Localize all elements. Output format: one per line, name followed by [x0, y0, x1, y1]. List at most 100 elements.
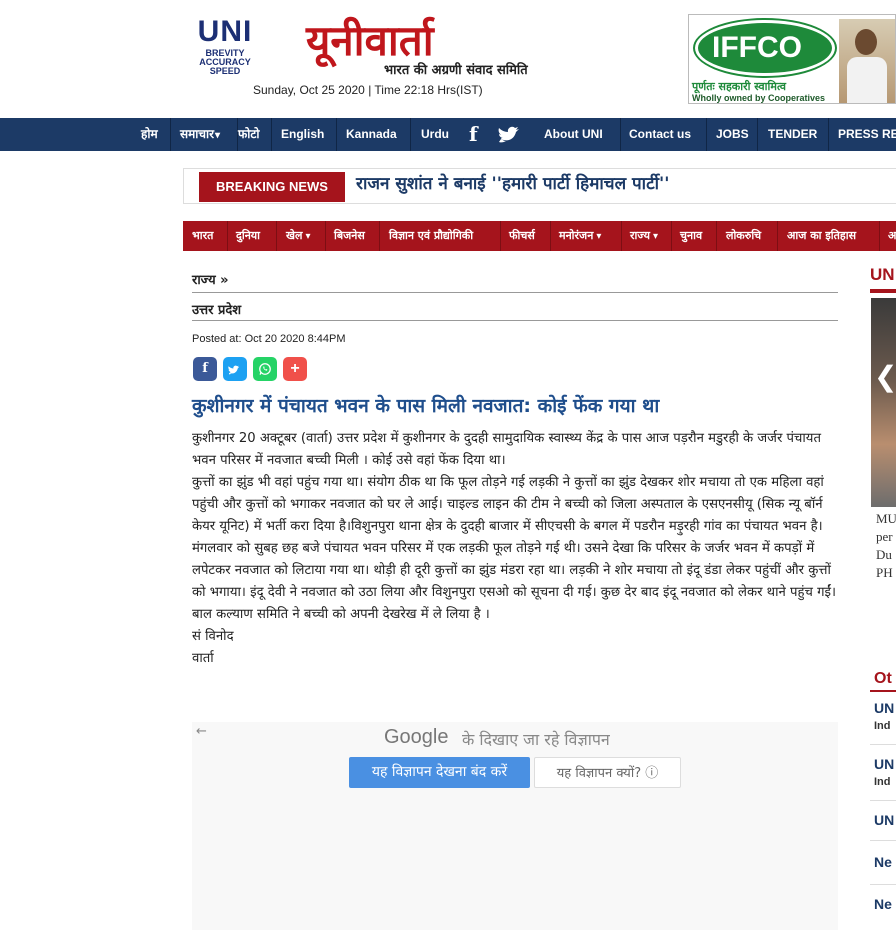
nav-news[interactable]: समाचार [180, 118, 220, 151]
back-arrow-icon[interactable]: ← [196, 724, 207, 739]
nav-photo[interactable]: फोटो [238, 118, 260, 151]
nav-divider [410, 118, 411, 151]
iffco-logo: IFFCO [695, 20, 835, 76]
sidebar-other-bar [870, 690, 896, 692]
brand-logo[interactable]: यूनीवार्ता भारत की अग्रणी संवाद समिति [270, 15, 650, 79]
nav-divider [757, 118, 758, 151]
divider [192, 292, 838, 293]
ads-by-google-text: के दिखाए जा रहे विज्ञापन [462, 730, 610, 749]
article-paragraph: कुशीनगर 20 अक्टूबर (वार्ता) उत्तर प्रदेश… [192, 431, 821, 468]
cat-divider [879, 221, 880, 251]
facebook-icon[interactable]: f [469, 118, 478, 151]
sidebar-link[interactable]: UN Ind [874, 756, 896, 788]
divider [192, 320, 838, 321]
sidebar-link[interactable]: UN [874, 812, 896, 828]
sidebar-divider [870, 800, 896, 801]
ad-tagline-hindi: पूर्णतः सहकारी स्वामित्व [692, 80, 786, 93]
nav-divider [620, 118, 621, 151]
sidebar-divider [870, 884, 896, 885]
cat-divider [777, 221, 778, 251]
cat-world[interactable]: दुनिया [236, 221, 260, 251]
article-paragraph: कुत्तों का झुंड भी वहां पहुंच गया था। सं… [192, 475, 836, 600]
iffco-logo-text: IFFCO [712, 31, 802, 64]
nav-divider [170, 118, 171, 151]
breaking-news-headline[interactable]: राजन सुशांत ने बनाई ''हमारी पार्टी हिमाच… [356, 172, 669, 196]
article-paragraph: बाल कल्याण समिति ने बच्ची को अपनी देखरेख… [192, 607, 490, 622]
breadcrumb-uttar-pradesh[interactable]: उत्तर प्रदेश [192, 300, 241, 318]
google-ad-feedback: ← Google के दिखाए जा रहे विज्ञापन यह विज… [192, 722, 838, 930]
uni-tagline-3: SPEED [209, 66, 241, 76]
date-time: Sunday, Oct 25 2020 | Time 22:18 Hrs(IST… [253, 83, 483, 97]
breaking-news-label: BREAKING NEWS [199, 172, 345, 202]
cat-divider [379, 221, 380, 251]
iffco-ad-banner[interactable]: IFFCO पूर्णतः सहकारी स्वामित्व Wholly ow… [688, 14, 896, 104]
breadcrumb-states[interactable]: राज्य » [192, 270, 229, 288]
cat-india[interactable]: भारत [192, 221, 213, 251]
share-facebook-icon[interactable]: f [193, 357, 217, 381]
article-source: वार्ता [192, 651, 214, 666]
category-nav: भारत दुनिया खेल बिजनेस विज्ञान एवं प्रौद… [183, 221, 896, 251]
nav-divider [706, 118, 707, 151]
top-nav: होम समाचार फोटो English Kannada Urdu f A… [0, 118, 896, 151]
sidebar-link[interactable]: Ne [874, 854, 896, 870]
nav-divider [271, 118, 272, 151]
cat-divider [500, 221, 501, 251]
cat-science-tech[interactable]: विज्ञान एवं प्रौद्योगिकी [389, 221, 473, 251]
cat-business[interactable]: बिजनेस [334, 221, 365, 251]
sidebar-link[interactable]: Ne [874, 896, 896, 912]
sidebar-divider [870, 840, 896, 841]
brand-subtitle: भारत की अग्रणी संवाद समिति [384, 63, 528, 78]
cat-divider [716, 221, 717, 251]
cat-today-history[interactable]: आज का इतिहास [787, 221, 856, 251]
stop-seeing-ad-button[interactable]: यह विज्ञापन देखना बंद करें [349, 757, 530, 788]
nav-about[interactable]: About UNI [544, 118, 603, 151]
twitter-icon[interactable] [498, 118, 526, 151]
nav-tender[interactable]: TENDER [768, 118, 817, 151]
site-header: UNI BREVITY ACCURACY SPEED यूनीवार्ता भा… [0, 0, 896, 118]
nav-contact[interactable]: Contact us [629, 118, 691, 151]
nav-kannada[interactable]: Kannada [346, 118, 397, 151]
nav-urdu[interactable]: Urdu [421, 118, 449, 151]
nav-divider [336, 118, 337, 151]
cat-elections[interactable]: चुनाव [680, 221, 702, 251]
posted-date: Posted at: Oct 20 2020 8:44PM [192, 333, 346, 345]
uni-logo[interactable]: UNI BREVITY ACCURACY SPEED [183, 15, 267, 79]
cat-entertainment[interactable]: मनोरंजन [559, 221, 601, 251]
nav-english[interactable]: English [281, 118, 324, 151]
cat-more[interactable]: अ [888, 221, 896, 251]
cat-divider [621, 221, 622, 251]
sidebar-heading-bar [870, 289, 896, 293]
nav-home[interactable]: होम [141, 118, 158, 151]
sidebar-photo-caption[interactable]: MU per Du PH [876, 510, 896, 582]
nav-divider [828, 118, 829, 151]
cat-lokruchi[interactable]: लोकरुचि [726, 221, 761, 251]
share-whatsapp-icon[interactable] [253, 357, 277, 381]
cat-divider [671, 221, 672, 251]
share-more-icon[interactable]: + [283, 357, 307, 381]
ad-tagline-english: Wholly owned by Cooperatives [692, 93, 826, 103]
sidebar-other-heading: Ot [874, 670, 892, 687]
article-body: कुशीनगर 20 अक्टूबर (वार्ता) उत्तर प्रदेश… [192, 428, 838, 670]
ad-person-image [839, 19, 895, 103]
uni-logo-text: UNI [197, 15, 253, 48]
cat-features[interactable]: फीचर्स [509, 221, 535, 251]
cat-sports[interactable]: खेल [286, 221, 311, 251]
sidebar-photo[interactable]: ❮ [871, 298, 896, 507]
sidebar-heading: UN [870, 265, 895, 284]
article-headline: कुशीनगर में पंचायत भवन के पास मिली नवजात… [192, 395, 660, 417]
share-twitter-icon[interactable] [223, 357, 247, 381]
why-this-ad-button[interactable]: यह विज्ञापन क्यों? ⓘ [534, 757, 681, 788]
nav-jobs[interactable]: JOBS [716, 118, 749, 151]
cat-divider [227, 221, 228, 251]
sidebar-divider [870, 744, 896, 745]
breaking-news-bar: BREAKING NEWS राजन सुशांत ने बनाई ''हमार… [183, 168, 896, 204]
nav-press-release[interactable]: PRESS RE [838, 118, 896, 151]
article-byline: सं विनोद [192, 629, 234, 644]
cat-divider [276, 221, 277, 251]
google-logo: Google [384, 726, 449, 748]
cat-divider [550, 221, 551, 251]
cat-divider [325, 221, 326, 251]
cat-states[interactable]: राज्य [630, 221, 658, 251]
chevron-left-icon[interactable]: ❮ [874, 360, 896, 393]
sidebar-link[interactable]: UN Ind [874, 700, 896, 732]
